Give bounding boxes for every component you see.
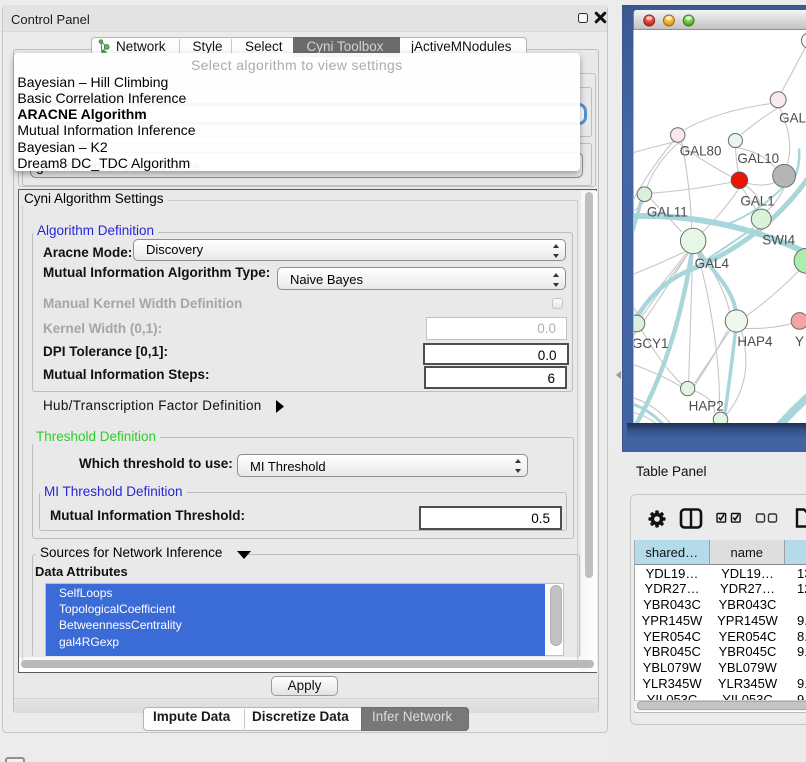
svg-text:HAP4: HAP4	[737, 334, 773, 349]
svg-text:SWI4: SWI4	[762, 232, 795, 247]
svg-text:GAL4: GAL4	[695, 256, 730, 271]
svg-text:GAL11: GAL11	[647, 205, 688, 220]
svg-text:GAL80: GAL80	[680, 143, 722, 158]
svg-text:GAL2: GAL2	[779, 111, 806, 126]
svg-text:GAL10: GAL10	[737, 151, 779, 166]
svg-text:GAL1: GAL1	[740, 194, 774, 209]
svg-text:HAP2: HAP2	[689, 398, 724, 413]
svg-text:GCY1: GCY1	[633, 336, 669, 351]
svg-text:Y: Y	[795, 334, 804, 349]
